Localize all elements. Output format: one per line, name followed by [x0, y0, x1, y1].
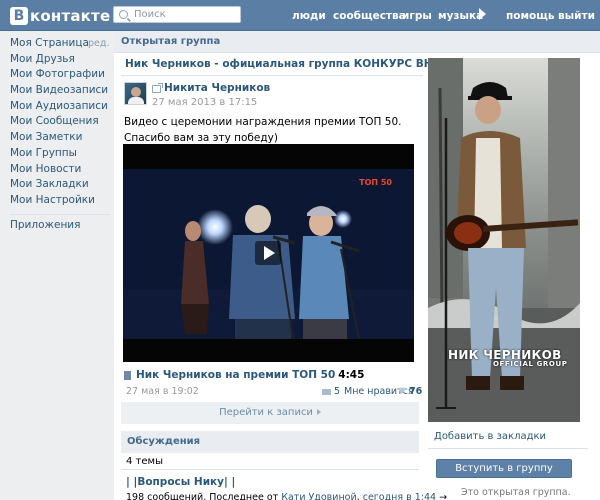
sidebar-item-bookmarks[interactable]: Мои Закладки	[10, 177, 110, 193]
search-box[interactable]	[113, 6, 241, 23]
add-bookmark-link[interactable]: Добавить в закладки	[434, 431, 546, 442]
sidebar-item-photos[interactable]: Мои Фотографии	[10, 67, 110, 83]
join-group-button[interactable]: Вступить в группу	[436, 459, 572, 478]
video-player[interactable]: ТОП 50	[123, 144, 414, 362]
title-divider	[121, 75, 423, 76]
search-input[interactable]	[134, 9, 234, 20]
post-text: Видео с церемонии награждения премии ТОП…	[124, 116, 402, 144]
comments-count: 5	[334, 386, 341, 397]
logo-text: контакте	[30, 6, 111, 25]
sidebar-item-messages[interactable]: Мои Сообщения	[10, 114, 110, 130]
nav-logout[interactable]: выйти	[558, 10, 595, 22]
sidebar-item-groups[interactable]: Мои Группы	[10, 146, 110, 162]
sidebar-item-news[interactable]: Мои Новости	[10, 162, 110, 178]
post-date[interactable]: 27 мая 2013 в 17:15	[152, 97, 257, 108]
nav-help[interactable]: помощь	[506, 10, 555, 22]
discussion-last-time[interactable]: сегодня в 1:44	[363, 492, 436, 500]
video-title[interactable]: Ник Черников на премии ТОП 50 4:45	[124, 369, 364, 381]
left-sidebar: Моя Страница ред. Мои Друзья Мои Фотогра…	[10, 36, 110, 233]
breadcrumb: Открытая группа	[114, 31, 600, 53]
discussions-header[interactable]: Обсуждения	[121, 431, 419, 453]
sidebar-item-videos[interactable]: Мои Видеозаписи	[10, 83, 110, 99]
chevron-right-icon	[316, 409, 321, 415]
arrow-right-icon[interactable]: →	[439, 492, 447, 500]
post-meta: 27 мая в 19:02 5 Мне нравится ♥ 76	[126, 386, 422, 397]
edit-link[interactable]: ред.	[88, 36, 109, 52]
sidebar-item-apps[interactable]: Приложения	[10, 218, 110, 234]
cover-subcaption: OFFICIAL GROUP	[493, 360, 568, 368]
discussion-last-info: 198 сообщений. Последнее от Кати Удовино…	[126, 492, 447, 500]
post-author-link[interactable]: Никита Черников	[164, 82, 270, 94]
logo-letter: В	[10, 6, 28, 25]
comma: ,	[356, 492, 360, 500]
nav-music[interactable]: музыка	[438, 10, 483, 22]
discussions-divider	[121, 469, 419, 470]
discussions-count: 4 темы	[126, 456, 163, 467]
sidebar-item-settings[interactable]: Мои Настройки	[10, 193, 110, 209]
video-duration: 4:45	[338, 369, 365, 381]
vk-logo[interactable]: В контакте	[10, 6, 110, 25]
play-button[interactable]	[255, 241, 281, 265]
music-play-icon[interactable]	[479, 8, 486, 20]
video-title-text: Ник Черников на премии ТОП 50	[136, 369, 336, 381]
nav-communities[interactable]: сообщества	[333, 10, 406, 22]
discussion-last-prefix: 198 сообщений. Последнее от	[126, 492, 279, 500]
avatar[interactable]	[124, 82, 147, 105]
goto-post-button[interactable]: Перейти к записи	[121, 402, 419, 424]
sidebar-divider	[10, 213, 110, 215]
comments-button[interactable]: 5	[322, 386, 340, 397]
nav-people[interactable]: люди	[292, 10, 326, 22]
heart-icon[interactable]: ♥	[398, 387, 406, 397]
search-icon	[119, 10, 128, 19]
sidebar-item-my-page[interactable]: Моя Страница ред.	[10, 36, 110, 52]
sidebar-item-friends[interactable]: Мои Друзья	[10, 52, 110, 68]
open-group-note: Это открытая группа.	[461, 487, 571, 498]
likes-count: 76	[409, 386, 423, 397]
sidebar-item-audio[interactable]: Мои Аудиозаписи	[10, 99, 110, 115]
sidebar-item-notes[interactable]: Мои Заметки	[10, 130, 110, 146]
goto-post-label: Перейти к записи	[219, 407, 313, 418]
discussion-topic-link[interactable]: | |Вопросы Нику| |	[126, 476, 235, 488]
right-divider	[428, 448, 588, 449]
group-title: Ник Черников - официальная группа КОНКУР…	[125, 58, 465, 70]
sidebar-item-label: Моя Страница	[10, 37, 89, 49]
repost-icon	[152, 83, 163, 93]
discussion-last-author[interactable]: Кати Удовиной	[281, 492, 356, 500]
video-icon	[124, 370, 131, 380]
comment-icon	[322, 388, 331, 395]
nav-games[interactable]: игры	[402, 10, 432, 22]
video-watermark: ТОП 50	[359, 178, 392, 187]
top-header: В контакте люди сообщества игры музыка п…	[0, 0, 600, 31]
post-meta-date[interactable]: 27 мая в 19:02	[126, 386, 199, 397]
